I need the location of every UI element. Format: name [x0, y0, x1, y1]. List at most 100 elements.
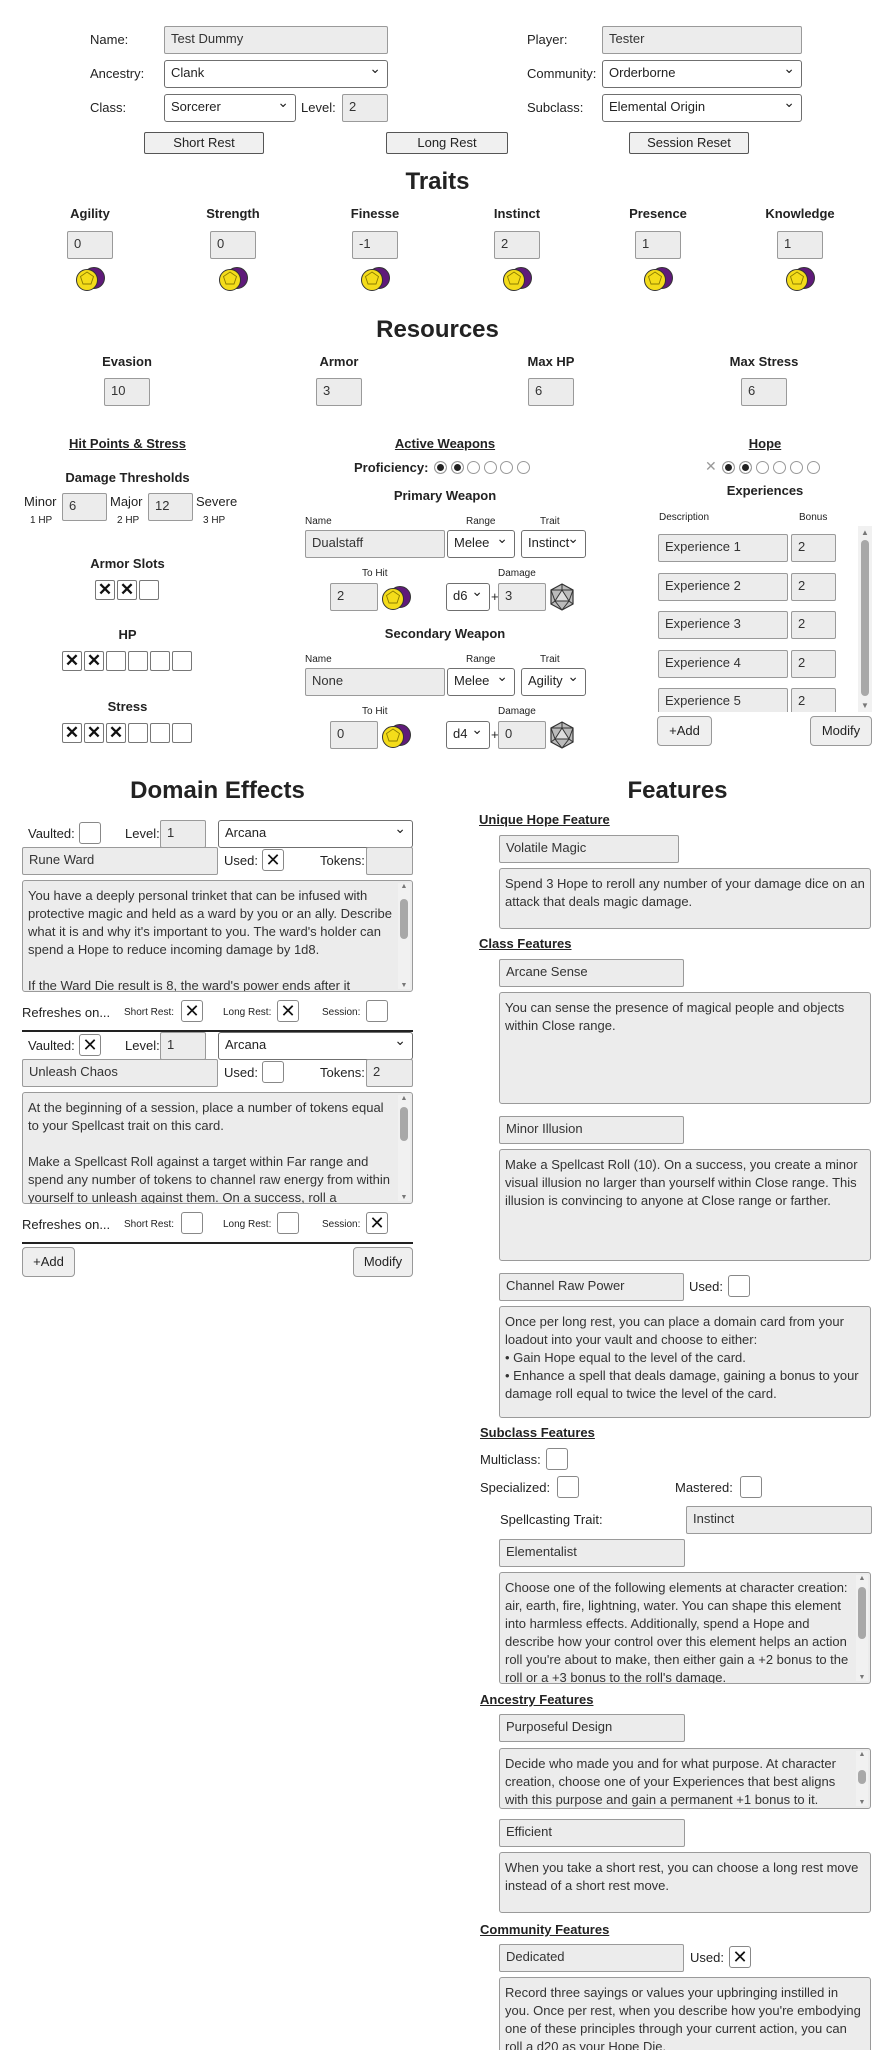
class-feature-2-name[interactable]: Minor Illusion	[499, 1116, 684, 1144]
experience-bonus-input[interactable]: 2	[791, 688, 836, 712]
community-select[interactable]: Orderborne	[602, 60, 802, 88]
secondary-damage-dice-icon[interactable]	[548, 720, 576, 753]
player-input[interactable]: Tester	[602, 26, 802, 54]
minor-threshold-input[interactable]: 6	[62, 493, 107, 521]
modify-experiences-button[interactable]: Modify	[810, 716, 872, 746]
hope-dot[interactable]	[722, 461, 735, 474]
ancestry-feature-1-text[interactable]: Decide who made you and for what purpose…	[499, 1748, 871, 1809]
class-feature-3-name[interactable]: Channel Raw Power	[499, 1273, 684, 1301]
experience-name-input[interactable]: Experience 4	[658, 649, 788, 678]
card-level-input[interactable]: 1	[160, 820, 206, 848]
hope-dot[interactable]	[790, 461, 803, 474]
trait-finesse-input[interactable]: -1	[352, 231, 398, 259]
experience-name-input[interactable]: Experience 2	[658, 572, 788, 601]
stress-slot[interactable]: ✕	[62, 723, 82, 743]
ancestry-feature-2-name[interactable]: Efficient	[499, 1819, 685, 1847]
experiences-scrollbar[interactable]: ▲ ▼	[858, 526, 872, 712]
stress-slot[interactable]	[150, 723, 170, 743]
hp-slot[interactable]	[172, 651, 192, 671]
class-feature-3-used-checkbox[interactable]	[728, 1275, 750, 1297]
ancestry-text-scrollbar[interactable]: ▲ ▼	[856, 1751, 868, 1806]
resource-armor-input[interactable]: 3	[316, 378, 362, 406]
primary-die-select[interactable]: d6	[446, 583, 490, 611]
card-tokens-input[interactable]: 2	[366, 1059, 413, 1087]
experience-name-input[interactable]: Experience 5	[658, 688, 788, 712]
trait-instinct-input[interactable]: 2	[494, 231, 540, 259]
proficiency-dot[interactable]	[434, 461, 447, 474]
subclass-feature-text[interactable]: Choose one of the following elements at …	[499, 1572, 871, 1684]
card-text[interactable]: You have a deeply personal trinket that …	[22, 880, 413, 992]
add-domain-card-button[interactable]: +Add	[22, 1247, 75, 1277]
card-name-input[interactable]: Rune Ward	[22, 847, 218, 875]
card-tokens-input[interactable]	[366, 847, 413, 875]
hope-dot[interactable]	[773, 461, 786, 474]
trait-knowledge-dice-icon[interactable]	[783, 263, 817, 298]
card-text-scrollbar[interactable]: ▲ ▼	[398, 1095, 410, 1201]
card-used-checkbox[interactable]	[262, 1061, 284, 1083]
subclass-feature-name[interactable]: Elementalist	[499, 1539, 685, 1567]
ancestry-feature-2-text[interactable]: When you take a short rest, you can choo…	[499, 1852, 871, 1913]
armor-slot[interactable]	[139, 580, 159, 600]
hope-dot[interactable]	[807, 461, 820, 474]
card-name-input[interactable]: Unleash Chaos	[22, 1059, 218, 1087]
name-input[interactable]: Test Dummy	[164, 26, 388, 54]
hope-clear-icon[interactable]: ✕	[705, 458, 717, 475]
primary-to-hit-input[interactable]: 2	[330, 583, 378, 611]
spellcasting-trait-input[interactable]: Instinct	[686, 1506, 872, 1534]
major-threshold-input[interactable]: 12	[148, 493, 193, 521]
subclass-text-scrollbar[interactable]: ▲ ▼	[856, 1575, 868, 1681]
trait-strength-input[interactable]: 0	[210, 231, 256, 259]
hope-dot[interactable]	[739, 461, 752, 474]
experience-bonus-input[interactable]: 2	[791, 534, 836, 562]
experience-name-input[interactable]: Experience 1	[658, 534, 788, 562]
refresh-short-rest-checkbox[interactable]: ✕	[181, 1000, 203, 1022]
subclass-select[interactable]: Elemental Origin	[602, 94, 802, 122]
refresh-session-checkbox[interactable]	[366, 1000, 388, 1022]
refresh-long-rest-checkbox[interactable]: ✕	[277, 1000, 299, 1022]
ancestry-select[interactable]: Clank	[164, 60, 388, 88]
secondary-damage-bonus-input[interactable]: 0	[498, 721, 546, 749]
trait-agility-input[interactable]: 0	[67, 231, 113, 259]
ancestry-feature-1-name[interactable]: Purposeful Design	[499, 1714, 685, 1742]
trait-presence-dice-icon[interactable]	[641, 263, 675, 298]
secondary-weapon-name-input[interactable]: None	[305, 668, 445, 696]
community-feature-name[interactable]: Dedicated	[499, 1944, 684, 1972]
class-feature-2-text[interactable]: Make a Spellcast Roll (10). On a success…	[499, 1149, 871, 1261]
secondary-die-select[interactable]: d4	[446, 721, 490, 749]
trait-finesse-dice-icon[interactable]	[358, 263, 392, 298]
hp-slot[interactable]: ✕	[62, 651, 82, 671]
mastered-checkbox[interactable]	[740, 1476, 762, 1498]
refresh-short-rest-checkbox[interactable]	[181, 1212, 203, 1234]
primary-damage-dice-icon[interactable]	[548, 582, 576, 615]
proficiency-dot[interactable]	[516, 461, 530, 474]
class-feature-1-name[interactable]: Arcane Sense	[499, 959, 684, 987]
proficiency-dot[interactable]	[450, 461, 464, 474]
trait-knowledge-input[interactable]: 1	[777, 231, 823, 259]
short-rest-button[interactable]: Short Rest	[144, 132, 264, 154]
card-used-checkbox[interactable]: ✕	[262, 849, 284, 871]
armor-slot[interactable]: ✕	[95, 580, 115, 600]
refresh-long-rest-checkbox[interactable]	[277, 1212, 299, 1234]
hp-slot[interactable]	[106, 651, 126, 671]
primary-to-hit-dice-icon[interactable]	[380, 582, 412, 617]
hp-slot[interactable]	[150, 651, 170, 671]
vaulted-checkbox[interactable]	[79, 822, 101, 844]
class-feature-1-text[interactable]: You can sense the presence of magical pe…	[499, 992, 871, 1104]
primary-weapon-name-input[interactable]: Dualstaff	[305, 530, 445, 558]
experience-name-input[interactable]: Experience 3	[658, 611, 788, 639]
add-experience-button[interactable]: +Add	[657, 716, 712, 746]
armor-slot[interactable]: ✕	[117, 580, 137, 600]
primary-damage-bonus-input[interactable]: 3	[498, 583, 546, 611]
card-text[interactable]: At the beginning of a session, place a n…	[22, 1092, 413, 1204]
class-select[interactable]: Sorcerer	[164, 94, 296, 122]
resource-max-hp-input[interactable]: 6	[528, 378, 574, 406]
secondary-trait-select[interactable]: Agility	[521, 668, 586, 696]
long-rest-button[interactable]: Long Rest	[386, 132, 508, 154]
resource-max-stress-input[interactable]: 6	[741, 378, 787, 406]
experience-bonus-input[interactable]: 2	[791, 572, 836, 601]
unique-hope-text[interactable]: Spend 3 Hope to reroll any number of you…	[499, 868, 871, 929]
proficiency-dot[interactable]	[483, 461, 497, 474]
community-used-checkbox[interactable]: ✕	[729, 1946, 751, 1968]
card-text-scrollbar[interactable]: ▲ ▼	[398, 883, 410, 989]
hope-dot[interactable]	[756, 461, 769, 474]
